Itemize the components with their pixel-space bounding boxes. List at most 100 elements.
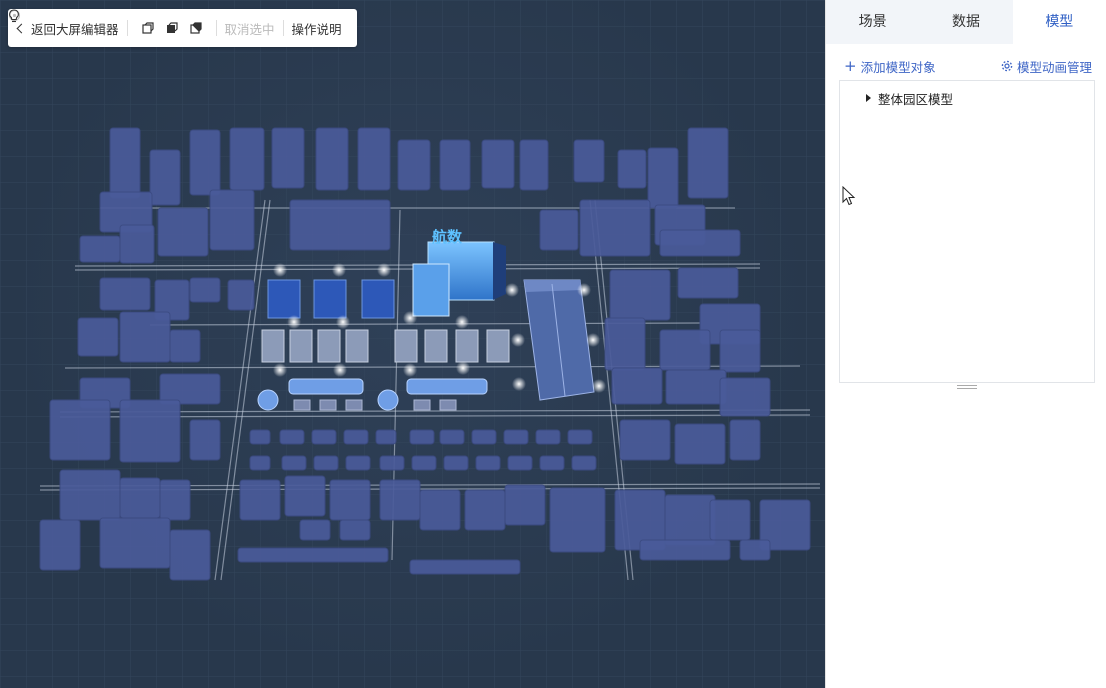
right-panel: 场景 数据 模型 + 添加模型对象 模型动画管理 整体园区模型 [825,0,1106,688]
city-building [237,547,389,563]
city-building [419,489,461,531]
add-model-label: 添加模型对象 [860,59,936,75]
city-building [519,139,549,191]
city-building [345,455,371,471]
city-building [481,139,515,189]
city-building [571,455,597,471]
city-building [119,477,161,519]
city-building [409,429,435,445]
city-building [409,559,521,575]
city-building [79,235,121,263]
model-animation-button[interactable]: 模型动画管理 [1001,57,1092,76]
city-building [343,429,369,445]
city-building [77,317,119,357]
city-building [397,139,431,191]
city-building [677,267,739,299]
city-building [475,455,501,471]
city-building [99,517,171,569]
city-building [659,329,711,371]
city-building [169,329,201,363]
panel-tabs: 场景 数据 模型 [826,0,1106,44]
city-building [665,369,727,405]
city-building [239,479,281,521]
city-building [573,139,605,183]
city-building [659,229,741,257]
city-building [299,519,331,541]
city-building [189,129,221,196]
city-building [339,519,371,541]
caret-right-icon[interactable] [866,94,871,102]
city-building [647,147,679,209]
city-building [579,199,651,257]
city-building [289,199,391,251]
city-building [504,484,546,526]
city-building [379,455,405,471]
city-building [329,479,371,521]
city-building [664,494,716,546]
city-building [567,429,593,445]
city-building [99,277,151,311]
tree-node-label: 整体园区模型 [878,91,954,107]
city-building [539,209,579,251]
tree-node-park-model[interactable]: 整体园区模型 [840,83,1094,113]
city-building [549,487,606,553]
city-building [249,455,271,471]
view-front-icon[interactable] [141,21,155,35]
model-animation-label: 模型动画管理 [1016,59,1092,75]
lightbulb-icon [9,9,19,23]
add-model-button[interactable]: + 添加模型对象 [844,57,936,76]
city-building [619,419,671,461]
panel-resize-handle[interactable] [957,385,977,391]
city-building [189,277,221,303]
city-building [59,469,121,521]
back-label: 返回大屏编辑器 [31,21,119,37]
city-building [674,423,726,465]
help-button[interactable]: 操作说明 [9,9,342,38]
city-building [439,429,465,445]
city-building [411,455,437,471]
view-top-icon[interactable] [165,21,179,35]
tab-scene[interactable]: 场景 [826,0,919,44]
city-building [464,489,506,531]
city-building [617,149,647,189]
city-building [604,317,646,371]
city-building [119,224,155,264]
city-building [687,127,729,199]
cancel-selection-button[interactable]: 取消选中 [8,9,275,38]
help-label: 操作说明 [291,21,342,37]
view-side-icon[interactable] [189,21,203,35]
mouse-pointer-icon [842,186,856,206]
toolbar-divider [126,20,128,36]
cancel-selection-label: 取消选中 [224,21,275,37]
editor-toolbar: 返回大屏编辑器 取消选中 操作说明 [8,9,357,47]
city-building [39,519,81,571]
3d-viewport[interactable]: 航数 返回大屏编辑器 取消选中 操作说明 [0,0,825,688]
city-building [279,429,305,445]
toolbar-divider [215,20,217,36]
city-building [281,455,307,471]
city-building [609,269,671,321]
gear-icon [1001,60,1013,72]
chevron-left-icon [16,23,27,34]
tab-model[interactable]: 模型 [1012,0,1106,44]
city-building [443,455,469,471]
city-building [719,377,771,417]
city-building [209,189,255,251]
city-building [709,499,751,541]
back-to-editor-button[interactable]: 返回大屏编辑器 [16,19,119,38]
city-building [311,429,337,445]
city-building [639,539,731,561]
scene-canvas[interactable]: 航数 [0,0,825,688]
city-building [271,127,305,189]
city-building [313,455,339,471]
city-building [159,479,191,521]
plus-icon: + [844,56,857,75]
city-building [119,311,171,363]
city-building [315,127,349,191]
tab-data[interactable]: 数据 [919,0,1012,44]
city-building [471,429,497,445]
city-building [227,279,255,311]
city-building [119,399,181,463]
toolbar-divider [282,20,284,36]
city-building [169,529,211,581]
